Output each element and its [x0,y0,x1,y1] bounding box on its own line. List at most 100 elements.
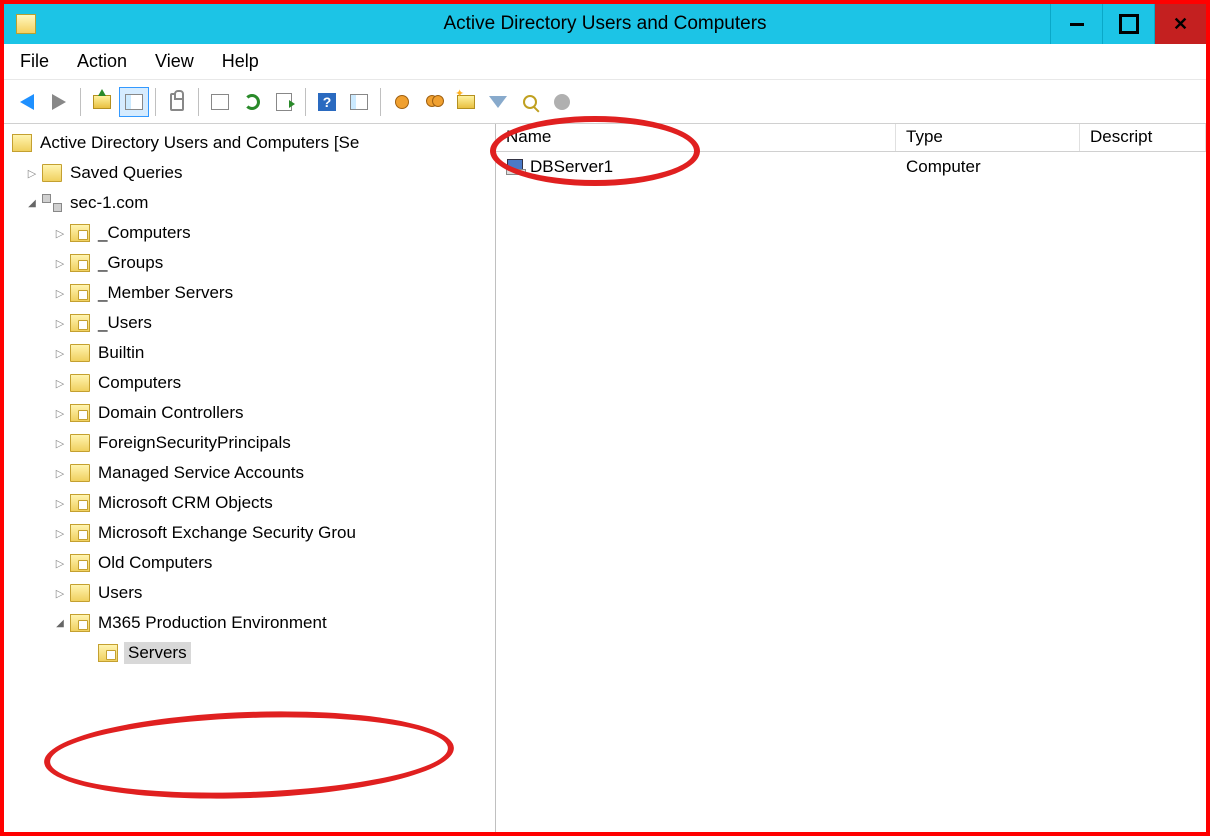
toolbar: ? [4,80,1206,124]
refresh-icon [244,94,260,110]
expand-icon[interactable] [52,405,68,421]
tree-ou-servers[interactable]: Servers [4,638,495,668]
tree-root-label: Active Directory Users and Computers [Se [38,132,361,154]
folder-icon [70,344,90,362]
folder-icon [70,464,90,482]
tree-label: M365 Production Environment [96,612,329,634]
expand-icon[interactable] [52,465,68,481]
back-button[interactable] [12,87,42,117]
show-hide-tree-button[interactable] [119,87,149,117]
tree-label: ForeignSecurityPrincipals [96,432,293,454]
collapse-icon[interactable] [24,195,40,211]
tree-ou-oldcomputers[interactable]: Old Computers [4,548,495,578]
list-row[interactable]: DBServer1 Computer [496,152,1206,182]
title-bar: Active Directory Users and Computers [4,4,1206,44]
expand-icon[interactable] [52,315,68,331]
action-pane-button[interactable] [344,87,374,117]
expand-icon[interactable] [52,435,68,451]
collapse-icon[interactable] [52,615,68,631]
column-description[interactable]: Descript [1080,124,1206,151]
tree-ou-memberservers[interactable]: _Member Servers [4,278,495,308]
ou-icon [70,254,90,272]
tree-domain[interactable]: sec-1.com [4,188,495,218]
tree-ou-dc[interactable]: Domain Controllers [4,398,495,428]
tree-ou-exchange[interactable]: Microsoft Exchange Security Grou [4,518,495,548]
tree-label: _Computers [96,222,193,244]
new-ou-button[interactable] [451,87,481,117]
tree-ou-users[interactable]: Users [4,578,495,608]
expand-icon[interactable] [24,165,40,181]
window-title: Active Directory Users and Computers [4,13,1206,35]
properties-button[interactable] [205,87,235,117]
expand-icon[interactable] [52,375,68,391]
new-group-button[interactable] [419,87,449,117]
expand-icon[interactable] [52,345,68,361]
help-button[interactable]: ? [312,87,342,117]
annotation-ellipse [43,705,456,805]
row-name-label: DBServer1 [530,157,613,177]
folder-icon [70,434,90,452]
expand-icon[interactable] [52,555,68,571]
ou-icon [70,284,90,302]
ou-icon [70,224,90,242]
panel-icon [125,94,143,110]
expand-icon[interactable] [52,585,68,601]
cell-desc [1080,165,1206,169]
tree-label: sec-1.com [68,192,150,214]
detail-pane: Name Type Descript DBServer1 Computer [496,124,1206,832]
tree-saved-queries[interactable]: Saved Queries [4,158,495,188]
export-button[interactable] [269,87,299,117]
export-icon [276,93,292,111]
cut-button[interactable] [162,87,192,117]
new-user-button[interactable] [387,87,417,117]
tree-label: Users [96,582,144,604]
expand-icon[interactable] [52,255,68,271]
tree-ou-computers2[interactable]: _Computers [4,218,495,248]
tree-label: Managed Service Accounts [96,462,306,484]
cell-type: Computer [896,155,1080,179]
expand-icon[interactable] [52,225,68,241]
tree-label: _Groups [96,252,165,274]
new-folder-icon [457,95,475,109]
expand-icon[interactable] [52,495,68,511]
arrow-right-icon [52,94,66,110]
toolbar-separator [80,88,81,116]
folder-icon [42,164,62,182]
cell-name: DBServer1 [496,155,896,179]
add-criteria-button[interactable] [547,87,577,117]
toolbar-separator [198,88,199,116]
toolbar-separator [305,88,306,116]
tree-pane: Active Directory Users and Computers [Se… [4,124,496,832]
expand-icon[interactable] [52,525,68,541]
menu-view[interactable]: View [155,51,194,72]
arrow-left-icon [20,94,34,110]
tree-label: Old Computers [96,552,214,574]
folder-icon [70,584,90,602]
folder-up-icon [93,95,111,109]
column-name[interactable]: Name [496,124,896,151]
tree-ou-msa[interactable]: Managed Service Accounts [4,458,495,488]
ou-icon [70,614,90,632]
tree-ou-crm[interactable]: Microsoft CRM Objects [4,488,495,518]
tree-ou-builtin[interactable]: Builtin [4,338,495,368]
column-type[interactable]: Type [896,124,1080,151]
tree-label: Domain Controllers [96,402,246,424]
menu-action[interactable]: Action [77,51,127,72]
tree-ou-fsp[interactable]: ForeignSecurityPrincipals [4,428,495,458]
forward-button[interactable] [44,87,74,117]
tree-label: Servers [124,642,191,664]
expand-icon[interactable] [52,285,68,301]
aduc-root-icon [12,134,32,152]
tree-ou-computers[interactable]: Computers [4,368,495,398]
find-button[interactable] [515,87,545,117]
tree-ou-m365[interactable]: M365 Production Environment [4,608,495,638]
tree-ou-users2[interactable]: _Users [4,308,495,338]
menu-help[interactable]: Help [222,51,259,72]
menu-file[interactable]: File [20,51,49,72]
panel-icon [350,94,368,110]
up-button[interactable] [87,87,117,117]
tree-ou-groups2[interactable]: _Groups [4,248,495,278]
refresh-button[interactable] [237,87,267,117]
filter-button[interactable] [483,87,513,117]
tree-root[interactable]: Active Directory Users and Computers [Se [4,128,495,158]
